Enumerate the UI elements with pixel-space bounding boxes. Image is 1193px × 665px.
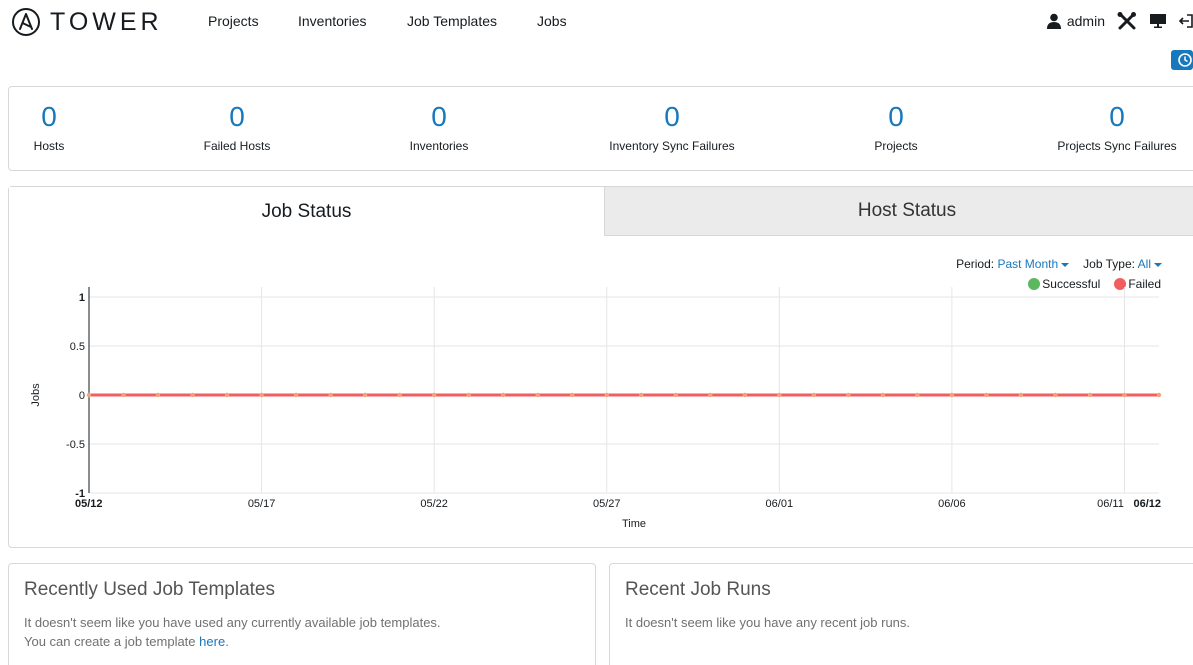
empty-message: It doesn't seem like you have any recent… bbox=[625, 615, 911, 630]
top-navigation: TOWER Projects Inventories Job Templates… bbox=[0, 0, 1193, 44]
data-point bbox=[431, 392, 437, 398]
data-point bbox=[673, 392, 678, 398]
wrench-screwdriver-icon[interactable] bbox=[1117, 12, 1137, 30]
data-point bbox=[293, 392, 299, 398]
monitor-icon[interactable] bbox=[1149, 13, 1167, 29]
nav-jobs[interactable]: Jobs bbox=[537, 13, 567, 29]
count-projects-sync-failures[interactable]: 0 Projects Sync Failures bbox=[1047, 101, 1187, 153]
data-point bbox=[1018, 392, 1024, 398]
data-point bbox=[190, 392, 195, 398]
count-value: 0 bbox=[888, 101, 904, 132]
clock-icon bbox=[1178, 53, 1192, 67]
graph-panel: Job Status Host Status Period: Past Mont… bbox=[8, 186, 1193, 548]
data-point bbox=[224, 392, 230, 398]
nav-projects[interactable]: Projects bbox=[208, 13, 259, 29]
data-point bbox=[397, 392, 402, 398]
data-point bbox=[155, 392, 161, 398]
data-point bbox=[984, 392, 989, 398]
data-point bbox=[949, 392, 955, 398]
user-name[interactable]: admin bbox=[1067, 13, 1105, 29]
panel-title: Recent Job Runs bbox=[625, 579, 771, 600]
data-point bbox=[466, 392, 471, 398]
data-point bbox=[570, 392, 575, 398]
y-axis-title: Jobs bbox=[30, 383, 42, 407]
count-inventories[interactable]: 0 Inventories bbox=[389, 101, 489, 153]
create-hint: You can create a job template here. bbox=[24, 632, 441, 651]
count-value: 0 bbox=[1109, 101, 1125, 132]
count-value: 0 bbox=[229, 101, 245, 132]
brand-logo[interactable]: TOWER bbox=[12, 8, 163, 36]
recent-templates-panel: Recently Used Job Templates It doesn't s… bbox=[8, 563, 596, 665]
ansible-logo-icon bbox=[12, 8, 40, 36]
data-point bbox=[742, 392, 748, 398]
count-label: Inventories bbox=[409, 139, 469, 153]
data-point bbox=[604, 392, 609, 398]
brand-name: TOWER bbox=[50, 7, 163, 36]
data-point bbox=[1122, 392, 1127, 398]
activity-stream-button[interactable] bbox=[1171, 50, 1193, 70]
count-value: 0 bbox=[664, 101, 680, 132]
x-tick-label: 06/12 bbox=[1133, 498, 1161, 510]
data-point bbox=[1053, 392, 1058, 398]
data-point bbox=[328, 392, 333, 398]
create-hint-end: . bbox=[225, 634, 229, 649]
recent-job-runs-panel: Recent Job Runs It doesn't seem like you… bbox=[609, 563, 1193, 665]
count-projects[interactable]: 0 Projects bbox=[856, 101, 936, 153]
x-tick-label: 05/17 bbox=[248, 498, 276, 510]
user-icon bbox=[1046, 13, 1061, 29]
data-point bbox=[259, 392, 264, 398]
data-point bbox=[535, 392, 540, 398]
x-tick-label: 06/01 bbox=[766, 498, 794, 510]
data-point bbox=[1087, 392, 1093, 398]
nav-job-templates[interactable]: Job Templates bbox=[407, 13, 497, 29]
data-point bbox=[777, 392, 782, 398]
data-point bbox=[880, 392, 886, 398]
data-point bbox=[639, 392, 644, 398]
count-failed-hosts[interactable]: 0 Failed Hosts bbox=[187, 101, 287, 153]
data-point bbox=[500, 392, 506, 398]
count-value: 0 bbox=[431, 101, 447, 132]
count-value: 0 bbox=[41, 101, 57, 132]
y-tick-label: 1 bbox=[79, 292, 85, 304]
x-axis-title: Time bbox=[622, 518, 646, 530]
x-tick-label: 05/22 bbox=[420, 498, 448, 510]
data-point bbox=[1156, 392, 1162, 398]
create-hint-text: You can create a job template bbox=[24, 634, 196, 649]
count-label: Projects bbox=[874, 139, 918, 153]
x-tick-label: 06/06 bbox=[938, 498, 966, 510]
x-tick-label: 05/27 bbox=[593, 498, 621, 510]
y-tick-label: 0.5 bbox=[70, 341, 85, 353]
data-point bbox=[362, 392, 368, 398]
count-label: Projects Sync Failures bbox=[1057, 139, 1177, 153]
create-template-link[interactable]: here bbox=[199, 634, 225, 649]
data-point bbox=[846, 392, 851, 398]
data-point bbox=[708, 392, 713, 398]
count-label: Failed Hosts bbox=[203, 139, 271, 153]
data-point bbox=[915, 392, 920, 398]
dashboard-counts: 0 Hosts 0 Failed Hosts 0 Inventories 0 I… bbox=[8, 86, 1193, 171]
count-inventory-sync-failures[interactable]: 0 Inventory Sync Failures bbox=[592, 101, 752, 153]
count-label: Inventory Sync Failures bbox=[609, 139, 735, 153]
y-tick-label: -0.5 bbox=[66, 439, 85, 451]
x-tick-label: 06/11 bbox=[1097, 498, 1124, 510]
data-point bbox=[121, 392, 126, 398]
logout-icon[interactable] bbox=[1179, 13, 1193, 29]
empty-message: It doesn't seem like you have used any c… bbox=[24, 615, 441, 630]
count-label: Hosts bbox=[33, 139, 65, 153]
count-hosts[interactable]: 0 Hosts bbox=[29, 101, 69, 153]
panel-message: It doesn't seem like you have used any c… bbox=[24, 613, 441, 651]
nav-inventories[interactable]: Inventories bbox=[298, 13, 366, 29]
data-point bbox=[811, 392, 817, 398]
x-tick-label: 05/12 bbox=[75, 498, 103, 510]
panel-title: Recently Used Job Templates bbox=[24, 579, 275, 600]
user-menu: admin bbox=[1046, 11, 1193, 31]
job-status-chart: 10.50-0.5-105/12 05/17 05/22 05/27 06/01 06/0… bbox=[30, 287, 1162, 530]
y-tick-label: 0 bbox=[79, 390, 85, 402]
data-point bbox=[86, 392, 92, 398]
